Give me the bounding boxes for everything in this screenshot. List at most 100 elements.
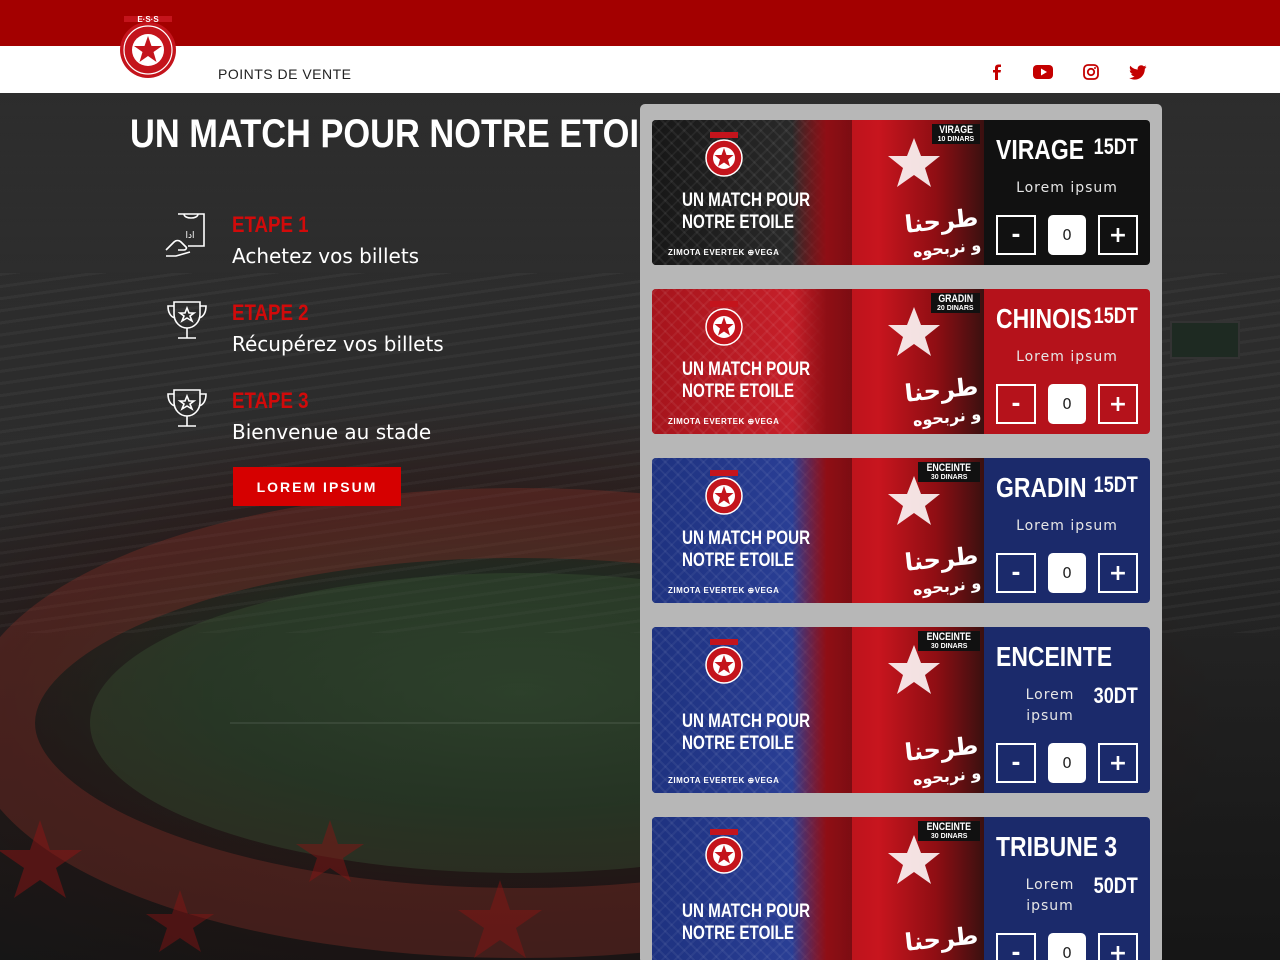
ticket-art-line2: NOTRE ETOILE [682,212,795,233]
step-label: ETAPE 1 [232,212,309,237]
ticket-image: UN MATCH POUR NOTRE ETOILE ZIMOTA EVERTE… [652,120,984,265]
ticket-tag-type: ENCEINTE [926,631,972,643]
ticket-description: Lorem ipsum [1016,349,1118,365]
quantity-input[interactable] [1048,215,1086,255]
step-text: Récupérez vos billets [232,332,444,356]
step-label: ETAPE 2 [232,300,309,325]
ticket-logo-icon [702,639,746,687]
decrement-button[interactable]: - [996,215,1036,255]
ticket-tag-price: 30 DINARS [930,833,968,840]
step-label: ETAPE 3 [232,388,309,413]
ticket-sponsors: ZIMOTA EVERTEK ⊕VEGA [668,586,780,595]
cta-button[interactable]: LOREM IPSUM [233,467,401,506]
ticket-tag: GRADIN 20 DINARS [930,293,980,313]
ticket-price: 15DT [1093,303,1138,328]
decrement-button[interactable]: - [996,743,1036,783]
ticket-card-5: UN MATCH POUR NOTRE ETOILE ZIMOTA EVERTE… [652,817,1150,960]
ticket-tag-price: 20 DINARS [937,305,974,312]
ticket-info: TRIBUNE 3 50DT Lorem ipsum - + [984,817,1150,960]
ticket-tag-price: 30 DINARS [930,643,968,650]
ticket-description: Lorem ipsum [1016,518,1118,534]
ticket-art-line1: UN MATCH POUR [682,711,811,732]
ticket-name: ENCEINTE [996,641,1113,672]
arabic-line2: و نربحوه [912,953,982,960]
youtube-icon[interactable] [1033,62,1053,82]
ticket-tag-type: VIRAGE [939,124,973,136]
quantity-input[interactable] [1048,384,1086,424]
ticket-card-4: UN MATCH POUR NOTRE ETOILE ZIMOTA EVERTE… [652,627,1150,793]
ticket-tag-type: ENCEINTE [926,462,972,474]
ticket-price: 50DT [1093,873,1138,898]
ticket-logo-icon [702,132,746,180]
increment-button[interactable]: + [1098,933,1138,960]
quantity-stepper: - + [996,384,1138,424]
quantity-input[interactable] [1048,553,1086,593]
ticket-logo-icon [702,301,746,349]
step-text: Achetez vos billets [232,244,420,268]
top-bar [0,0,1280,46]
quantity-input[interactable] [1048,933,1086,960]
ticket-image: UN MATCH POUR NOTRE ETOILE ZIMOTA EVERTE… [652,289,984,434]
decrement-button[interactable]: - [996,553,1036,593]
ticket-name: VIRAGE [996,134,1085,165]
hero-title: UN MATCH POUR NOTRE ETOILE [130,112,683,156]
ticket-image: UN MATCH POUR NOTRE ETOILE ZIMOTA EVERTE… [652,817,984,960]
increment-button[interactable]: + [1098,215,1138,255]
ticket-art-line1: UN MATCH POUR [682,901,811,922]
ticket-art-line2: NOTRE ETOILE [682,733,795,754]
facebook-icon[interactable] [987,62,1007,82]
decorative-stars [0,820,542,958]
ticket-card-1: UN MATCH POUR NOTRE ETOILE ZIMOTA EVERTE… [652,120,1150,265]
nav-points-de-vente[interactable]: POINTS DE VENTE [218,66,352,82]
ticket-info: GRADIN 15DT Lorem ipsum - + [984,458,1150,603]
ticket-info: ENCEINTE 30DT Lorem ipsum - + [984,627,1150,793]
ticket-tag-price: 10 DINARS [937,136,975,143]
quantity-input[interactable] [1048,743,1086,783]
increment-button[interactable]: + [1098,384,1138,424]
twitter-icon[interactable] [1128,62,1148,82]
ticket-arabic-slogan: طرحنا و نربحوه [904,372,983,432]
ticket-tag: ENCEINTE 30 DINARS [918,821,980,841]
increment-button[interactable]: + [1098,743,1138,783]
decrement-button[interactable]: - [996,933,1036,960]
ticket-info: VIRAGE 15DT Lorem ipsum - + [984,120,1150,265]
club-logo[interactable]: E·S·S [116,12,180,80]
ticket-tag-type: GRADIN [937,293,973,305]
ticket-arabic-slogan: طرحنا و نربحوه [904,203,983,263]
ticket-arabic-slogan: طرحنا و نربحوه [904,731,983,791]
ticket-name: CHINOIS [996,303,1092,334]
ticket-tag-type: ENCEINTE [926,821,972,833]
ticket-description: Lorem ipsum [1025,877,1075,914]
step-text: Bienvenue au stade [232,420,432,444]
ticket-logo-icon [702,470,746,518]
ticket-image: UN MATCH POUR NOTRE ETOILE ZIMOTA EVERTE… [652,627,984,793]
ticket-price: 15DT [1093,472,1138,497]
ticket-tag: ENCEINTE 30 DINARS [918,462,980,482]
svg-text:ادا: ادا [185,231,194,241]
ticket-sponsors: ZIMOTA EVERTEK ⊕VEGA [668,248,780,257]
ticket-art-line1: UN MATCH POUR [682,528,811,549]
ticket-art-line2: NOTRE ETOILE [682,381,795,402]
ticket-art-line1: UN MATCH POUR [682,359,811,380]
ticket-price: 30DT [1093,683,1138,708]
trophy-icon [164,300,210,346]
ticket-tag: ENCEINTE 30 DINARS [918,631,980,651]
ticket-description: Lorem ipsum [1016,180,1118,196]
trophy-icon [164,388,210,434]
ticket-hand-icon: ادا [164,212,210,258]
ticket-name: GRADIN [996,472,1087,503]
ticket-art-line1: UN MATCH POUR [682,190,811,211]
ticket-tag: VIRAGE 10 DINARS [931,124,980,144]
ticket-sponsors: ZIMOTA EVERTEK ⊕VEGA [668,776,780,785]
decrement-button[interactable]: - [996,384,1036,424]
ticket-card-3: UN MATCH POUR NOTRE ETOILE ZIMOTA EVERTE… [652,458,1150,603]
ticket-info: CHINOIS 15DT Lorem ipsum - + [984,289,1150,434]
quantity-stepper: - + [996,553,1138,593]
ticket-art-line2: NOTRE ETOILE [682,550,795,571]
ticket-sponsors: ZIMOTA EVERTEK ⊕VEGA [668,417,780,426]
ticket-tag-price: 30 DINARS [930,474,968,481]
ticket-name: TRIBUNE 3 [996,831,1118,862]
ticket-arabic-slogan: طرحنا و نربحوه [904,921,983,960]
instagram-icon[interactable] [1081,62,1101,82]
increment-button[interactable]: + [1098,553,1138,593]
